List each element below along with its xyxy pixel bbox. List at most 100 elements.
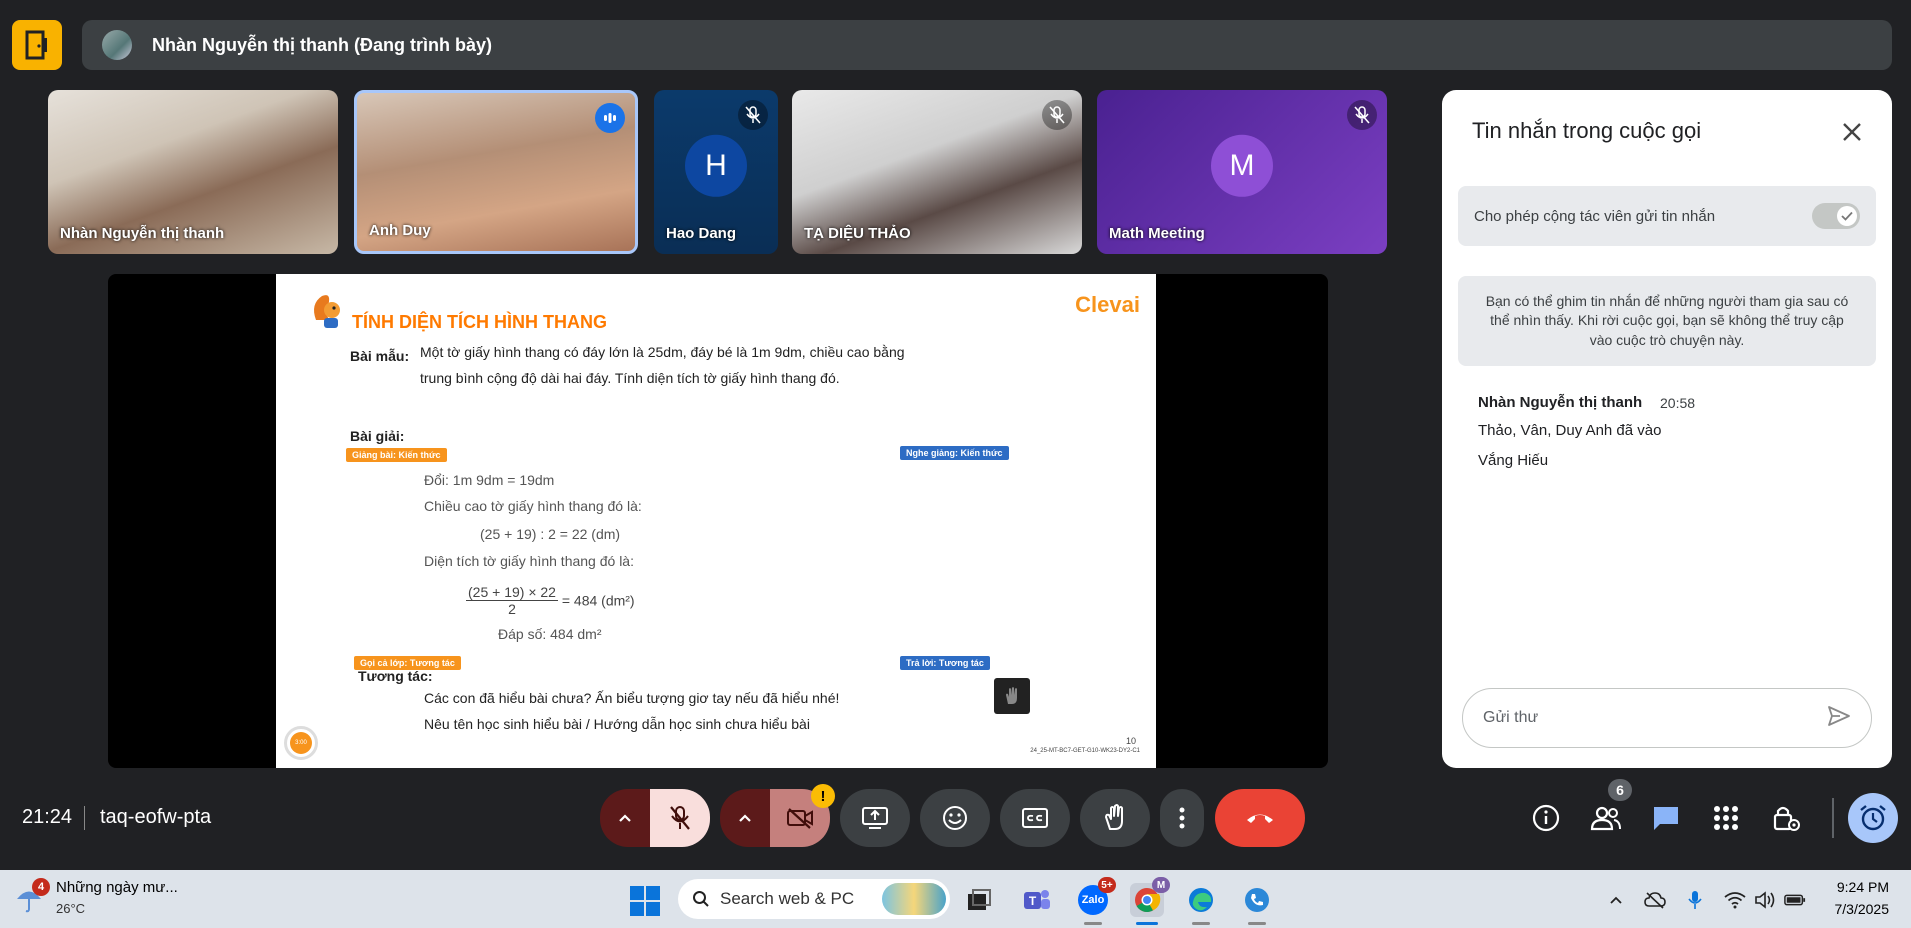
answer-text: Đáp số: 484 dm²: [498, 626, 602, 642]
avatar: H: [685, 134, 747, 197]
mic-toggle-button[interactable]: [650, 789, 710, 847]
permission-toggle[interactable]: [1812, 203, 1860, 229]
zalo-button[interactable]: Zalo 5+: [1076, 877, 1116, 925]
microphone-tray-button[interactable]: [1684, 889, 1706, 911]
send-button[interactable]: [1827, 705, 1851, 732]
battery-icon: [1784, 894, 1806, 906]
participant-tile[interactable]: Anh Duy: [354, 90, 638, 254]
timer-button[interactable]: [1848, 793, 1898, 843]
network-button[interactable]: [1724, 889, 1746, 911]
slide-timer-icon: 3:00: [284, 726, 318, 760]
tag-answer: Trả lời: Tương tác: [900, 656, 990, 670]
alarm-clock-icon: [1860, 805, 1886, 831]
participant-name: TẠ DIỆU THẢO: [804, 225, 911, 242]
interaction-line: Nêu tên học sinh hiểu bài / Hướng dẫn họ…: [424, 716, 810, 732]
reactions-button[interactable]: [920, 789, 990, 847]
people-button[interactable]: [1588, 800, 1624, 836]
check-icon: [1837, 206, 1857, 226]
volume-button[interactable]: [1754, 889, 1776, 911]
chevron-up-icon: [739, 814, 751, 822]
example-text-line: trung bình cộng độ dài hai đáy. Tính diệ…: [420, 370, 840, 386]
divider: [84, 806, 85, 830]
apps-grid-icon: [1714, 806, 1738, 830]
taskbar-search[interactable]: Search web & PC: [678, 879, 950, 919]
captions-icon: [1022, 808, 1048, 828]
task-view-icon: [968, 889, 991, 910]
wifi-icon: [1724, 892, 1746, 909]
more-options-button[interactable]: [1160, 789, 1204, 847]
presenter-avatar: [102, 30, 132, 60]
weather-title: Những ngày mư...: [56, 879, 178, 896]
phone-app-button[interactable]: [1240, 883, 1274, 925]
windows-taskbar: 4 Những ngày mư... 26°C Search web & PC …: [0, 870, 1911, 928]
presenter-banner-text: Nhàn Nguyễn thị thanh (Đang trình bày): [152, 34, 492, 55]
start-button[interactable]: [630, 886, 660, 916]
svg-text:T: T: [1029, 894, 1037, 908]
participant-tile[interactable]: H Hao Dang: [654, 90, 778, 254]
show-hidden-icons-button[interactable]: [1605, 889, 1627, 911]
chevron-up-icon: [619, 814, 631, 822]
meeting-code: taq-eofw-pta: [100, 806, 212, 828]
hand-icon: [1105, 804, 1123, 830]
raise-hand-button[interactable]: [1080, 789, 1150, 847]
tag-lecture: Giảng bài: Kiến thức: [346, 448, 447, 462]
host-controls-button[interactable]: [1768, 800, 1804, 836]
more-vert-icon: [1179, 807, 1185, 829]
present-screen-button[interactable]: [840, 789, 910, 847]
teams-button[interactable]: T: [1020, 883, 1054, 917]
search-label: Search web & PC: [720, 889, 855, 908]
solution-step: Chiều cao tờ giấy hình thang đó là:: [424, 498, 642, 514]
raise-hand-icon: [994, 678, 1030, 714]
chat-title: Tin nhắn trong cuộc gọi: [1472, 118, 1702, 143]
meet-logo-button[interactable]: [12, 20, 62, 70]
page-code: 24_25-MT-BC7-GET-G10-WK23-DY2-C1: [1030, 748, 1140, 754]
participant-name: Anh Duy: [369, 222, 431, 239]
presenter-banner[interactable]: Nhàn Nguyễn thị thanh (Đang trình bày): [82, 20, 1892, 70]
microphone-icon: [1688, 891, 1702, 909]
taskbar-clock-time[interactable]: 9:24 PM: [1837, 879, 1889, 895]
windows-logo-icon: [630, 886, 644, 900]
solution-step: Diện tích tờ giấy hình thang đó là:: [424, 553, 634, 569]
meeting-info-button[interactable]: [1528, 800, 1564, 836]
people-count-badge: 6: [1608, 779, 1632, 801]
interaction-line: Các con đã hiểu bài chưa? Ấn biểu tượng …: [424, 690, 840, 706]
example-label: Bài mẫu:: [350, 348, 410, 364]
activities-button[interactable]: [1708, 800, 1744, 836]
people-icon: [1590, 806, 1621, 831]
solution-label: Bài giải:: [350, 428, 405, 444]
lock-settings-icon: [1773, 806, 1800, 831]
captions-button[interactable]: [1000, 789, 1070, 847]
participant-tile[interactable]: M Math Meeting: [1097, 90, 1387, 254]
end-call-icon: [1247, 814, 1273, 823]
timer-text: 3:00: [290, 732, 312, 754]
chat-message-input[interactable]: [1483, 709, 1827, 727]
message-sender: Nhàn Nguyễn thị thanh: [1478, 394, 1643, 411]
edge-button[interactable]: [1184, 883, 1218, 925]
cloud-sync-button[interactable]: [1644, 889, 1666, 911]
chevron-up-icon: [1610, 896, 1622, 904]
meeting-clock: 21:24: [22, 806, 73, 828]
avatar: M: [1211, 134, 1273, 197]
chrome-profile-badge: M: [1152, 877, 1170, 893]
slide-title: TÍNH DIỆN TÍCH HÌNH THANG: [352, 312, 607, 332]
fraction-denominator: 2: [508, 601, 516, 617]
battery-button[interactable]: [1784, 889, 1806, 911]
end-call-button[interactable]: [1215, 789, 1305, 847]
search-highlight-image: [882, 883, 946, 915]
fraction-expression: (25 + 19) × 22 2 = 484 (dm²): [466, 584, 635, 617]
presentation-stage[interactable]: TÍNH DIỆN TÍCH HÌNH THANG Clevai Bài mẫu…: [108, 274, 1328, 768]
participant-tile[interactable]: Nhàn Nguyễn thị thanh: [48, 90, 338, 254]
chat-icon: [1654, 807, 1678, 830]
close-chat-button[interactable]: [1836, 116, 1868, 148]
permission-row: Cho phép cộng tác viên gửi tin nhắn: [1458, 186, 1876, 246]
close-icon: [1843, 123, 1861, 141]
taskbar-clock-date[interactable]: 7/3/2025: [1835, 901, 1890, 917]
participant-tile[interactable]: TẠ DIỆU THẢO: [792, 90, 1082, 254]
video-options-button[interactable]: [720, 789, 770, 847]
chrome-button[interactable]: M: [1130, 877, 1170, 925]
mic-off-icon: [670, 806, 690, 830]
audio-options-button[interactable]: [600, 789, 650, 847]
participant-name: Hao Dang: [666, 225, 737, 242]
task-view-button[interactable]: [962, 883, 996, 917]
chat-button[interactable]: [1648, 800, 1684, 836]
